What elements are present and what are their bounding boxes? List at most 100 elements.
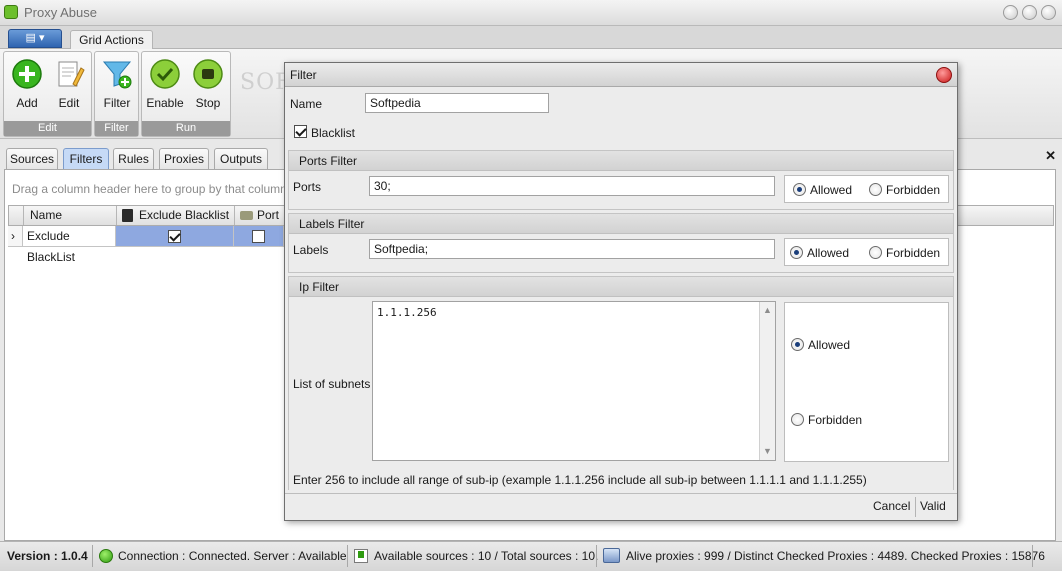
app-icon (4, 5, 18, 19)
status-separator (92, 545, 93, 567)
status-separator (1032, 545, 1033, 567)
title-bar: Proxy Abuse (0, 0, 1062, 26)
ribbon-tab-strip: ▤ ▾ Grid Actions (0, 26, 1062, 50)
status-separator (347, 545, 348, 567)
filter-button-label: Filter (103, 96, 131, 110)
ports-radio-group: Allowed Forbidden (784, 175, 949, 203)
ports-input[interactable] (369, 176, 775, 196)
ports-filter-section: Ports Filter Ports Allowed Forbidden (288, 150, 954, 210)
ip-forbidden-label: Forbidden (808, 413, 863, 427)
cell-exclude-blacklist[interactable] (116, 226, 234, 247)
row-selector-icon: › (8, 226, 23, 247)
ports-label: Ports (293, 180, 322, 194)
ports-allowed-label: Allowed (810, 183, 853, 197)
labels-filter-header: Labels Filter (289, 214, 953, 234)
tab-outputs[interactable]: Outputs (214, 148, 268, 170)
ip-filter-header: Ip Filter (289, 277, 953, 297)
edit-button[interactable]: Edit (47, 58, 91, 110)
download-icon (354, 549, 368, 563)
subnets-scrollbar[interactable]: ▲ ▼ (759, 302, 775, 460)
labels-input[interactable] (369, 239, 775, 259)
ip-forbidden-radio[interactable] (791, 413, 804, 426)
tab-grid-actions[interactable]: Grid Actions (70, 30, 153, 50)
cell-name: Exclude BlackList (23, 226, 116, 264)
blacklist-label: Blacklist (311, 126, 356, 140)
tab-proxies[interactable]: Proxies (159, 148, 209, 170)
ports-forbidden-radio[interactable] (869, 183, 882, 196)
filter-dialog: Filter Name Blacklist Ports Filter Ports… (284, 62, 958, 521)
dialog-title-bar: Filter (285, 63, 957, 87)
proxies-icon (603, 548, 620, 563)
edit-button-label: Edit (58, 96, 80, 110)
window-menu-icon: ▤ ▾ (25, 32, 45, 44)
connection-status-icon (99, 549, 113, 563)
labels-allowed-radio[interactable] (790, 246, 803, 259)
cell-port-filter[interactable] (234, 226, 284, 247)
labels-forbidden-label: Forbidden (886, 246, 941, 260)
column-header-name[interactable]: Name (24, 206, 117, 225)
dialog-close-button[interactable] (936, 67, 952, 83)
stop-button[interactable]: Stop (186, 58, 230, 110)
version-status: Version : 1.0.4 (7, 549, 88, 563)
stop-circle-icon (193, 59, 223, 89)
group-by-hint: Drag a column header here to group by th… (12, 182, 287, 196)
status-bar: Version : 1.0.4 Connection : Connected. … (0, 541, 1062, 571)
filter-button[interactable]: Filter (95, 58, 139, 110)
ports-forbidden-label: Forbidden (886, 183, 941, 197)
subnets-text: 1.1.1.256 (377, 306, 437, 319)
app-title: Proxy Abuse (24, 5, 97, 20)
ip-radio-group: Allowed Forbidden (784, 302, 949, 462)
plus-circle-icon (12, 59, 42, 89)
enable-button-label: Enable (146, 96, 184, 110)
add-button-label: Add (16, 96, 38, 110)
enable-button[interactable]: Enable (143, 58, 187, 110)
exclude-blacklist-checkbox[interactable] (168, 230, 181, 244)
tab-filters[interactable]: Filters (63, 148, 109, 170)
maximize-button[interactable] (1022, 5, 1037, 20)
ip-allowed-label: Allowed (808, 338, 851, 352)
table-row[interactable]: › Exclude BlackList (8, 226, 284, 264)
edit-document-icon (58, 61, 85, 87)
scroll-down-icon[interactable]: ▼ (763, 446, 772, 456)
column-header-exclude-blacklist[interactable]: Exclude Blacklist (117, 206, 235, 225)
proxies-status: Alive proxies : 999 / Distinct Checked P… (626, 549, 1045, 563)
scroll-up-icon[interactable]: ▲ (763, 305, 772, 315)
check-circle-icon (150, 59, 180, 89)
sources-status: Available sources : 10 / Total sources :… (374, 549, 599, 563)
ip-allowed-radio[interactable] (791, 338, 804, 351)
dialog-title: Filter (290, 68, 317, 82)
port-icon (240, 211, 253, 220)
footer-divider (915, 497, 916, 517)
name-input[interactable] (365, 93, 549, 113)
ip-filter-section: Ip Filter List of subnets 1.1.1.256 ▲ ▼ … (288, 276, 954, 490)
column-header-port-filter[interactable]: Port Fi (235, 206, 285, 241)
name-label: Name (290, 97, 323, 111)
ports-filter-header: Ports Filter (289, 151, 953, 171)
funnel-add-icon (102, 61, 132, 89)
ip-hint: Enter 256 to include all range of sub-ip… (293, 473, 867, 487)
add-button[interactable]: Add (5, 58, 49, 110)
ribbon-group-filter: Filter Filter (94, 51, 139, 137)
status-separator (596, 545, 597, 567)
blacklist-checkbox[interactable] (294, 125, 307, 138)
labels-allowed-label: Allowed (807, 246, 850, 260)
port-filter-checkbox[interactable] (252, 230, 265, 244)
stop-button-label: Stop (195, 96, 221, 110)
tab-sources[interactable]: Sources (6, 148, 58, 170)
connection-status: Connection : Connected. Server : Availab… (118, 549, 347, 563)
subnets-textarea[interactable]: 1.1.1.256 ▲ ▼ (372, 301, 776, 461)
ribbon-group-label-filter: Filter (95, 121, 138, 136)
labels-label: Labels (293, 243, 329, 257)
app-menu-button[interactable]: ▤ ▾ (8, 29, 62, 48)
close-tab-icon[interactable]: ✕ (1045, 148, 1056, 164)
ribbon-group-label-edit: Edit (4, 121, 91, 136)
ports-allowed-radio[interactable] (793, 183, 806, 196)
minimize-button[interactable] (1003, 5, 1018, 20)
valid-button[interactable]: Valid (920, 499, 946, 513)
cancel-button[interactable]: Cancel (873, 499, 910, 513)
row-indicator-header (9, 206, 24, 225)
labels-forbidden-radio[interactable] (869, 246, 882, 259)
dialog-footer: Cancel Valid (285, 493, 957, 520)
close-window-button[interactable] (1041, 5, 1056, 20)
tab-rules[interactable]: Rules (113, 148, 154, 170)
